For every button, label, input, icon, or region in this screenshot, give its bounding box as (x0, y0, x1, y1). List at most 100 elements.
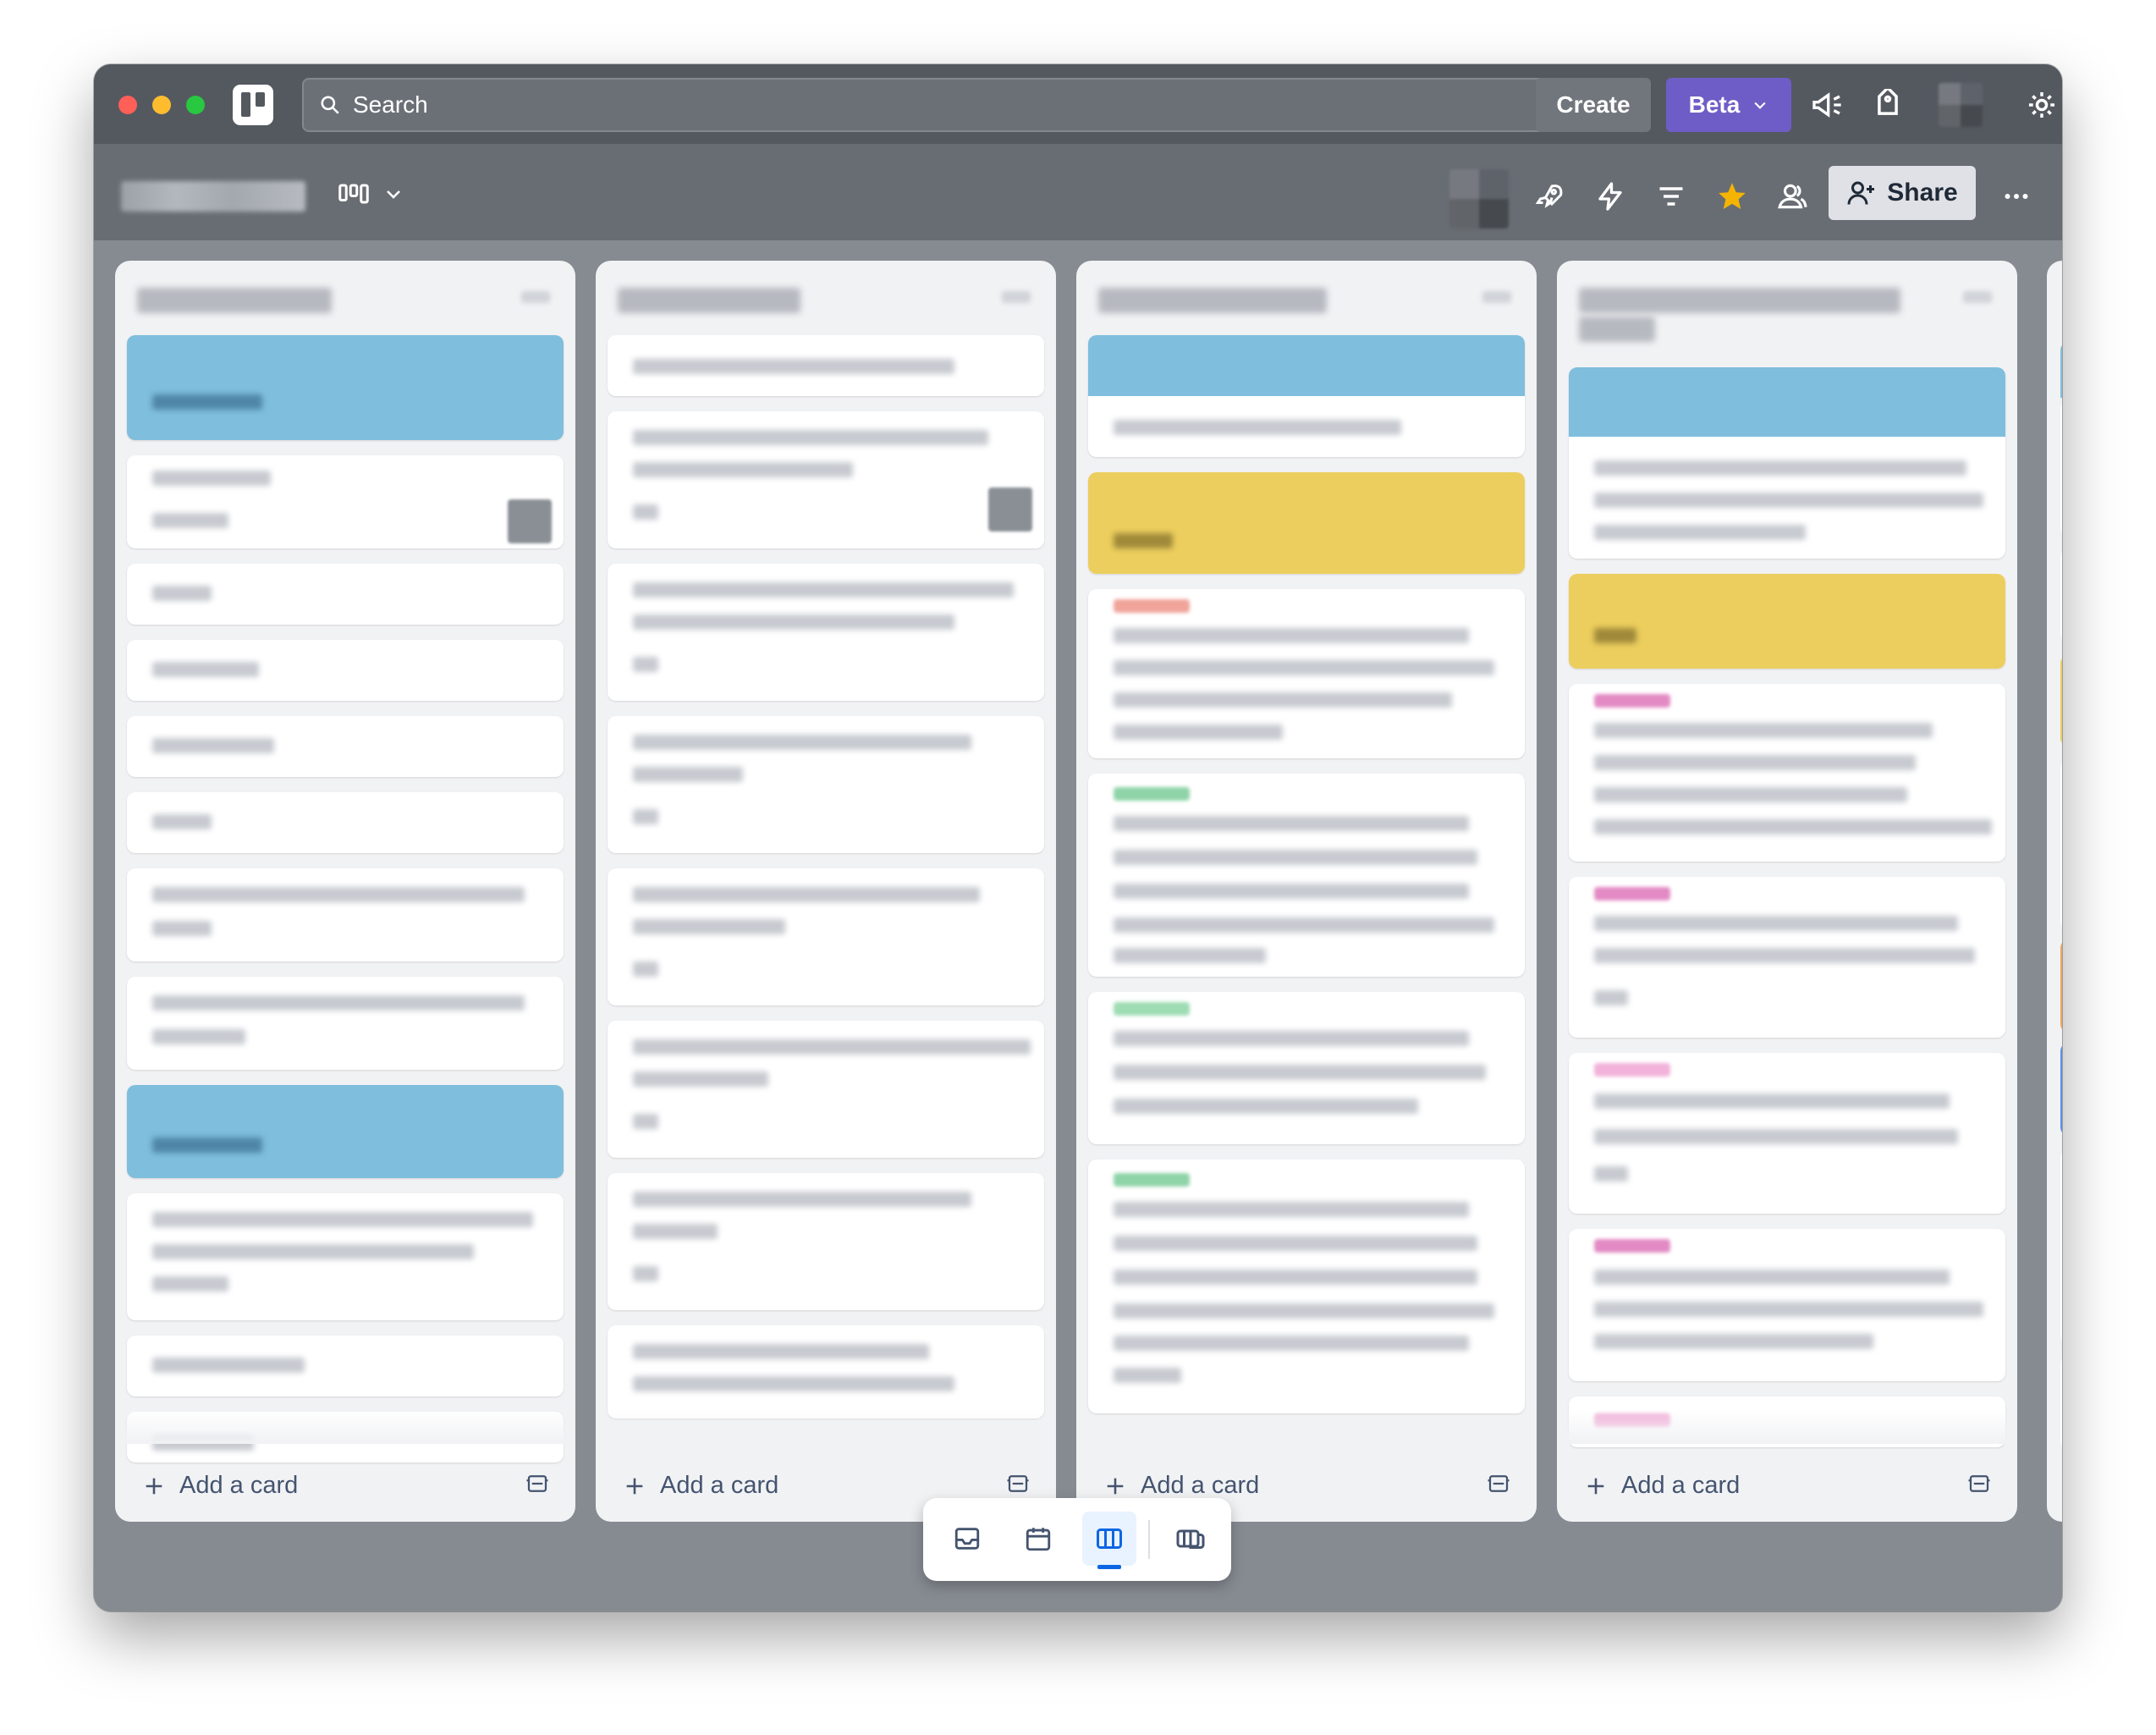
card[interactable] (608, 1021, 1044, 1158)
inbox-view-button[interactable] (940, 1512, 994, 1566)
board-view-button[interactable] (1082, 1512, 1136, 1569)
more-options-icon[interactable] (1996, 176, 2037, 217)
share-label: Share (1887, 179, 1958, 207)
star-icon[interactable] (1712, 176, 1752, 217)
minimize-window-button[interactable] (152, 96, 171, 114)
add-user-icon (1847, 181, 1875, 205)
calendar-view-button[interactable] (1011, 1512, 1065, 1566)
card[interactable] (1569, 574, 2005, 669)
share-button[interactable]: Share (1829, 166, 1976, 220)
board-view-switcher[interactable] (338, 181, 404, 207)
card[interactable] (1088, 589, 1525, 758)
plus-icon (1107, 1478, 1124, 1494)
add-card-button[interactable]: Add a card (1584, 1472, 1740, 1500)
list-column: Add a card (1557, 261, 2017, 1522)
trello-logo-icon[interactable] (233, 85, 273, 125)
maximize-window-button[interactable] (186, 96, 205, 114)
card[interactable] (1088, 1159, 1525, 1413)
card[interactable] (127, 564, 564, 625)
switch-board-button[interactable] (1163, 1512, 1218, 1566)
card-template-icon[interactable] (1486, 1471, 1511, 1496)
card[interactable] (1569, 367, 2005, 559)
top-bar: Search Create Beta (94, 64, 2062, 144)
calendar-icon (1026, 1528, 1051, 1551)
list-column: Add a card (596, 261, 1056, 1522)
plus-icon (626, 1478, 643, 1494)
inbox-icon (954, 1528, 980, 1550)
card[interactable] (127, 640, 564, 701)
chevron-down-icon (387, 190, 400, 199)
rocket-icon[interactable] (1529, 176, 1570, 217)
card-template-icon[interactable] (525, 1471, 550, 1496)
filter-icon[interactable] (1651, 176, 1691, 217)
board-title[interactable] (121, 181, 305, 212)
add-card-label: Add a card (1141, 1472, 1260, 1499)
board-view-icon (338, 184, 369, 204)
card[interactable] (1088, 472, 1525, 574)
add-card-label: Add a card (1621, 1472, 1741, 1499)
card-template-icon[interactable] (1966, 1471, 1992, 1496)
list-column: Add a card (1076, 261, 1537, 1522)
account-avatar[interactable] (1939, 83, 1983, 127)
list-column (2047, 261, 2062, 1522)
list-title[interactable] (618, 288, 800, 313)
card[interactable] (1569, 877, 2005, 1038)
card[interactable] (1088, 335, 1525, 457)
card[interactable] (1569, 684, 2005, 862)
add-card-button[interactable]: Add a card (142, 1472, 298, 1500)
list-menu-button[interactable] (1002, 291, 1031, 303)
view-switcher-bar (923, 1498, 1231, 1581)
chevron-down-icon (1754, 102, 1766, 109)
card[interactable] (608, 716, 1044, 853)
card[interactable] (1088, 992, 1525, 1144)
list-menu-button[interactable] (521, 291, 550, 303)
card[interactable] (608, 335, 1044, 396)
lightning-icon[interactable] (1590, 176, 1631, 217)
card[interactable] (127, 1193, 564, 1320)
create-button[interactable]: Create (1536, 78, 1651, 132)
card[interactable] (608, 868, 1044, 1005)
list-title[interactable] (137, 288, 332, 313)
add-card-button[interactable]: Add a card (1103, 1472, 1259, 1500)
search-icon (321, 96, 339, 114)
card[interactable] (608, 564, 1044, 701)
member-avatar[interactable] (1449, 169, 1509, 229)
card[interactable] (127, 977, 564, 1070)
list-menu-button[interactable] (1963, 291, 1992, 303)
search-input[interactable]: Search (302, 78, 1619, 132)
search-placeholder: Search (353, 91, 428, 118)
app-window: Search Create Beta Share Add a card Add … (94, 64, 2062, 1611)
card[interactable] (127, 792, 564, 853)
columns-icon (1097, 1528, 1122, 1549)
card[interactable] (1088, 774, 1525, 977)
card[interactable] (1569, 1229, 2005, 1381)
card[interactable] (608, 411, 1044, 548)
tag-icon[interactable] (1867, 85, 1908, 125)
add-card-button[interactable]: Add a card (623, 1472, 778, 1500)
card-template-icon[interactable] (1005, 1471, 1031, 1496)
list-menu-button[interactable] (1482, 291, 1511, 303)
card[interactable] (127, 1085, 564, 1178)
members-icon[interactable] (1773, 176, 1813, 217)
list-title[interactable] (1579, 288, 1900, 313)
card[interactable] (127, 455, 564, 548)
list-title[interactable] (1098, 288, 1327, 313)
add-card-label: Add a card (660, 1472, 779, 1499)
board-switch-icon (1176, 1529, 1205, 1549)
card[interactable] (127, 716, 564, 777)
beta-label: Beta (1688, 91, 1741, 118)
add-card-label: Add a card (179, 1472, 299, 1499)
card[interactable] (1569, 1053, 2005, 1214)
card[interactable] (608, 1325, 1044, 1418)
board-header: Share (94, 144, 2062, 240)
card[interactable] (127, 868, 564, 961)
plus-icon (1587, 1478, 1604, 1494)
card[interactable] (127, 335, 564, 440)
card[interactable] (127, 1336, 564, 1396)
gear-icon[interactable] (2021, 85, 2062, 125)
close-window-button[interactable] (118, 96, 137, 114)
list-column: Add a card (115, 261, 575, 1522)
card[interactable] (608, 1173, 1044, 1310)
megaphone-icon[interactable] (1807, 85, 1847, 125)
beta-button[interactable]: Beta (1666, 78, 1791, 132)
